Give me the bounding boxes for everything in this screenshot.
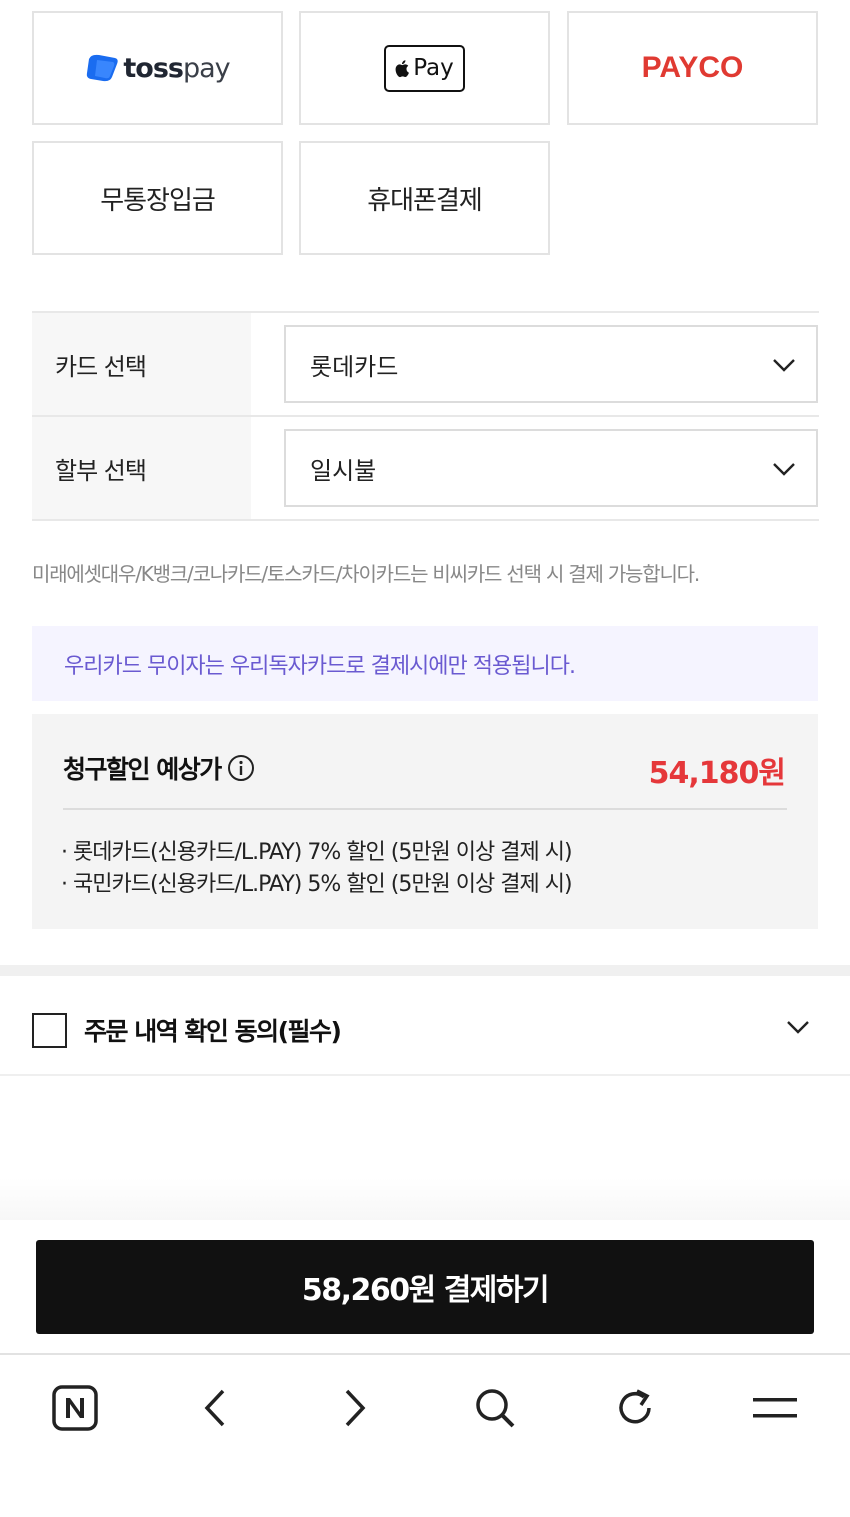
naver-home-icon[interactable] bbox=[45, 1381, 105, 1435]
payco-label: PAYCO bbox=[641, 51, 744, 84]
applepay-button[interactable]: Pay bbox=[299, 11, 550, 125]
discount-estimate-box: 청구할인 예상가 54,180원 · 롯데카드(신용카드/L.PAY) 7% 할… bbox=[32, 714, 818, 929]
tosspay-logo-icon bbox=[87, 54, 119, 82]
order-agreement-row[interactable]: 주문 내역 확인 동의(필수) bbox=[0, 976, 850, 1076]
tosspay-label: tosspay bbox=[123, 52, 230, 84]
discount-title-text: 청구할인 예상가 bbox=[63, 755, 222, 784]
back-icon[interactable] bbox=[185, 1381, 245, 1435]
chevron-down-icon bbox=[773, 463, 795, 476]
bank-transfer-label: 무통장입금 bbox=[100, 185, 216, 216]
search-icon[interactable] bbox=[465, 1381, 525, 1435]
card-select-value: 롯데카드 bbox=[310, 352, 399, 381]
installment-select-label: 할부 선택 bbox=[32, 417, 251, 519]
card-select[interactable]: 롯데카드 bbox=[284, 325, 818, 403]
discount-item: · 롯데카드(신용카드/L.PAY) 7% 할인 (5만원 이상 결제 시) bbox=[61, 840, 573, 865]
card-select-label: 카드 선택 bbox=[32, 313, 251, 415]
chevron-down-icon bbox=[773, 359, 795, 372]
tosspay-button[interactable]: tosspay bbox=[32, 11, 283, 125]
bank-transfer-button[interactable]: 무통장입금 bbox=[32, 141, 283, 255]
info-icon[interactable] bbox=[227, 754, 255, 782]
woori-notice-box: 우리카드 무이자는 우리독자카드로 결제시에만 적용됩니다. bbox=[32, 626, 818, 701]
agreement-checkbox[interactable] bbox=[32, 1013, 67, 1048]
applepay-label: Pay bbox=[413, 55, 454, 81]
discount-title: 청구할인 예상가 bbox=[63, 750, 255, 786]
chevron-down-icon[interactable] bbox=[786, 1016, 810, 1038]
bottom-shadow bbox=[0, 1178, 850, 1220]
mobile-payment-button[interactable]: 휴대폰결제 bbox=[299, 141, 550, 255]
bc-card-notice: 미래에셋대우/K뱅크/코나카드/토스카드/차이카드는 비씨카드 선택 시 결제 … bbox=[32, 562, 700, 586]
refresh-icon[interactable] bbox=[605, 1381, 665, 1435]
mobile-payment-label: 휴대폰결제 bbox=[367, 185, 483, 216]
applepay-logo: Pay bbox=[384, 44, 465, 92]
pay-now-button[interactable]: 58,260원 결제하기 bbox=[36, 1240, 814, 1334]
installment-select-value: 일시불 bbox=[310, 456, 377, 485]
menu-icon[interactable] bbox=[745, 1381, 805, 1435]
discount-price: 54,180원 bbox=[648, 756, 786, 791]
agreement-label: 주문 내역 확인 동의(필수) bbox=[84, 1017, 342, 1046]
divider bbox=[63, 808, 787, 810]
woori-notice-text: 우리카드 무이자는 우리독자카드로 결제시에만 적용됩니다. bbox=[64, 653, 576, 679]
payco-button[interactable]: PAYCO bbox=[567, 11, 818, 125]
divider bbox=[32, 519, 819, 521]
apple-icon bbox=[395, 59, 410, 77]
section-divider bbox=[0, 965, 850, 976]
installment-select[interactable]: 일시불 bbox=[284, 429, 818, 507]
browser-toolbar bbox=[0, 1353, 850, 1517]
forward-icon[interactable] bbox=[325, 1381, 385, 1435]
discount-item: · 국민카드(신용카드/L.PAY) 5% 할인 (5만원 이상 결제 시) bbox=[61, 872, 573, 897]
